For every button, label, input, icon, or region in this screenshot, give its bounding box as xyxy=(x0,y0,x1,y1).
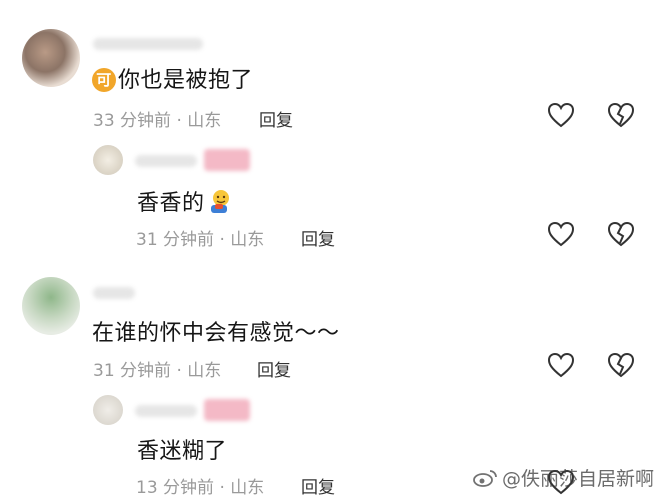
reply-button[interactable]: 回复 xyxy=(301,225,335,250)
blushing-face-emoji xyxy=(210,190,229,213)
comment-meta: 31 分钟前 · 山东 xyxy=(93,361,222,381)
comment-text-content: 香迷糊了 xyxy=(137,439,228,464)
username[interactable] xyxy=(135,405,197,417)
broken-heart-icon[interactable] xyxy=(607,102,635,128)
comment-meta: 33 分钟前 · 山东 xyxy=(93,111,222,131)
user-tag xyxy=(204,149,250,171)
comment-meta: 13 分钟前 · 山东 xyxy=(136,478,265,498)
comment-item: 香香的 31 分钟前 · 山东 回复 xyxy=(0,145,660,265)
avatar[interactable] xyxy=(93,395,123,425)
user-tag xyxy=(204,399,250,421)
comment-text: 可你也是被抱了 xyxy=(92,62,253,94)
heart-outline-icon[interactable] xyxy=(547,102,575,128)
badge-icon: 可 xyxy=(92,68,116,92)
reply-button[interactable]: 回复 xyxy=(301,473,335,498)
username[interactable] xyxy=(135,155,197,167)
weibo-logo-icon xyxy=(473,470,497,487)
comment-text-content: 香香的 xyxy=(137,191,205,216)
heart-outline-icon[interactable] xyxy=(547,352,575,378)
avatar[interactable] xyxy=(93,145,123,175)
reply-button[interactable]: 回复 xyxy=(257,356,291,381)
comment-text: 在谁的怀中会有感觉～～ xyxy=(92,315,340,347)
broken-heart-icon[interactable] xyxy=(607,221,635,247)
comment-text-content: 你也是被抱了 xyxy=(118,68,254,93)
username[interactable] xyxy=(93,38,203,50)
comment-text: 香迷糊了 xyxy=(137,433,227,465)
comment-meta: 31 分钟前 · 山东 xyxy=(136,230,265,250)
broken-heart-icon[interactable] xyxy=(607,352,635,378)
reply-button[interactable]: 回复 xyxy=(259,106,293,131)
heart-outline-icon[interactable] xyxy=(547,221,575,247)
comment-item: 可你也是被抱了 33 分钟前 · 山东 回复 xyxy=(0,0,660,145)
username[interactable] xyxy=(93,287,135,299)
comment-item: 在谁的怀中会有感觉～～ 31 分钟前 · 山东 回复 xyxy=(0,275,660,385)
comment-text: 香香的 xyxy=(137,185,233,217)
avatar[interactable] xyxy=(22,277,80,335)
comment-text-content: 在谁的怀中会有感觉～～ xyxy=(92,321,340,346)
watermark-text: @佚丽莎自居新啊 xyxy=(501,468,654,490)
avatar[interactable] xyxy=(22,29,80,87)
watermark: @佚丽莎自居新啊 xyxy=(472,464,654,491)
